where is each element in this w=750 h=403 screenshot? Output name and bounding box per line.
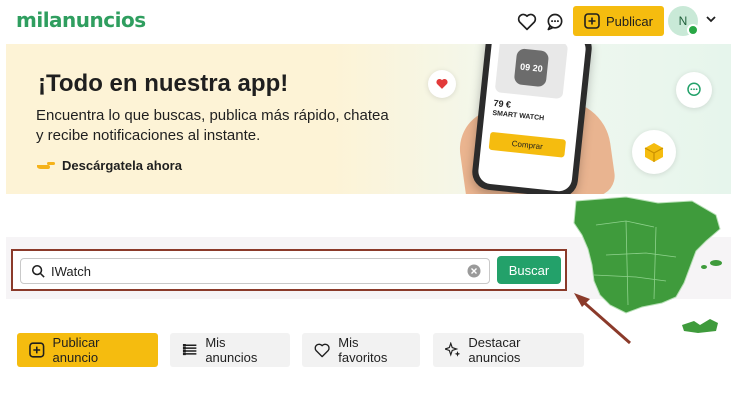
phone-price: 79 € — [493, 97, 512, 110]
phone-product-name: SMART WATCH — [492, 109, 545, 123]
clear-search-icon[interactable] — [467, 264, 481, 278]
package-box-icon — [632, 130, 676, 174]
publish-ad-button[interactable]: Publicar anuncio — [17, 333, 158, 367]
publish-button-label: Publicar — [606, 13, 653, 29]
app-promo-banner[interactable]: ¡Todo en nuestra app! Encuentra lo que b… — [6, 44, 731, 194]
my-favorites-label: Mis favoritos — [338, 335, 388, 365]
watch-face: 09 20 — [513, 48, 550, 88]
highlight-ads-button[interactable]: Destacar anuncios — [433, 333, 584, 367]
plus-square-icon — [584, 13, 600, 29]
my-ads-button[interactable]: Mis anuncios — [170, 333, 290, 367]
chat-bubble-float-icon — [676, 72, 712, 108]
chevron-down-icon[interactable] — [704, 12, 718, 26]
banner-description: Encuentra lo que buscas, publica más ráp… — [36, 107, 389, 144]
search-icon — [31, 264, 45, 278]
phone-buy-button: Comprar — [488, 131, 567, 158]
download-app-link[interactable]: Descárgatela ahora — [36, 158, 182, 173]
my-favorites-button[interactable]: Mis favoritos — [302, 333, 420, 367]
pointing-hand-icon — [37, 161, 55, 169]
sparkle-icon — [445, 342, 461, 357]
heart-icon — [314, 343, 330, 357]
search-input-value: IWatch — [51, 263, 91, 279]
watch-image: 09 20 — [494, 44, 569, 100]
chat-bubble-icon[interactable] — [541, 8, 569, 36]
heart-bubble-icon — [428, 70, 456, 98]
banner-title: ¡Todo en nuestra app! — [38, 70, 289, 97]
my-ads-label: Mis anuncios — [205, 335, 258, 365]
publish-ad-label: Publicar anuncio — [52, 335, 100, 365]
plus-square-icon — [29, 342, 45, 358]
milanuncios-logo[interactable]: milanuncios — [16, 8, 146, 32]
user-avatar[interactable]: N — [668, 6, 699, 36]
list-icon — [182, 343, 197, 356]
search-highlight-frame: IWatch Buscar — [11, 249, 567, 291]
online-status-dot — [687, 24, 699, 36]
highlight-ads-label: Destacar anuncios — [468, 335, 521, 365]
top-header: milanuncios Publicar N — [0, 0, 750, 44]
avatar-initial: N — [678, 14, 688, 28]
download-app-label: Descárgatela ahora — [62, 158, 182, 173]
search-input[interactable]: IWatch — [20, 258, 490, 284]
search-button[interactable]: Buscar — [497, 256, 561, 284]
publish-button[interactable]: Publicar — [573, 6, 664, 36]
phone-mockup: 09 20 79 € SMART WATCH Comprar — [470, 44, 594, 194]
favorites-heart-icon[interactable] — [513, 8, 541, 36]
spain-map[interactable] — [566, 195, 736, 345]
